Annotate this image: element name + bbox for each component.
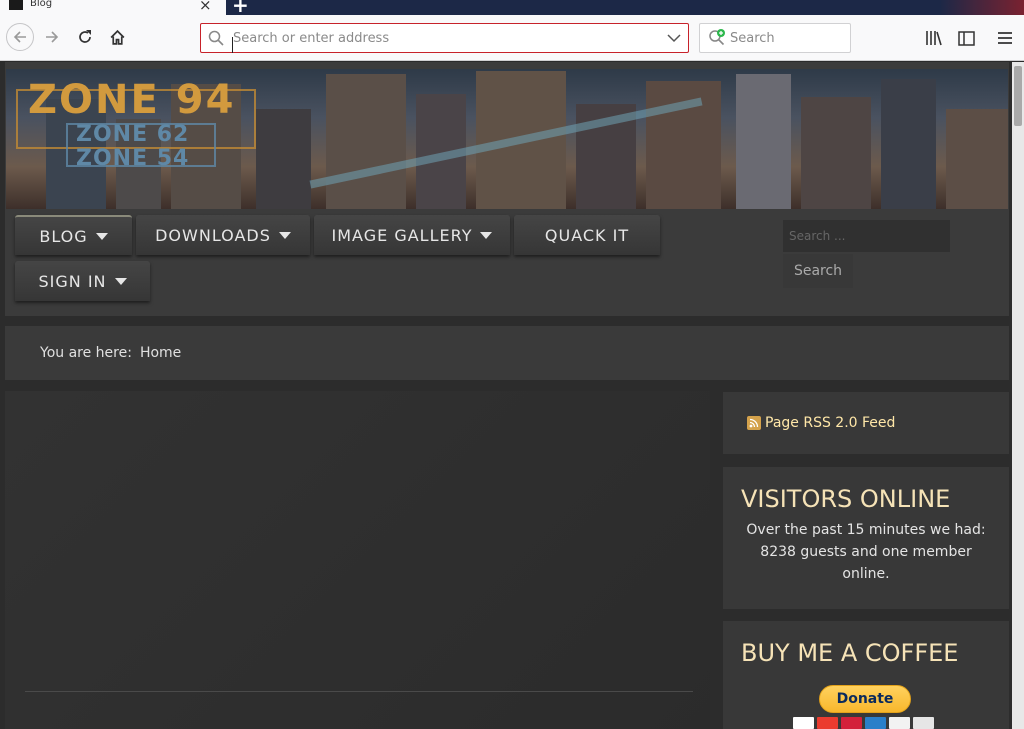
library-button[interactable] bbox=[923, 27, 945, 49]
address-bar[interactable] bbox=[200, 23, 689, 53]
building-silhouette bbox=[736, 74, 791, 209]
reload-icon bbox=[79, 30, 91, 43]
breadcrumb-current: Home bbox=[139, 345, 182, 361]
close-tab-icon[interactable]: × bbox=[199, 0, 212, 14]
chevron-down-icon bbox=[114, 277, 127, 285]
menu-item-downloads[interactable]: DOWNLOADS bbox=[136, 215, 310, 255]
amex-card-icon bbox=[865, 717, 886, 729]
building-silhouette bbox=[946, 109, 1008, 209]
donate-button[interactable]: Donate bbox=[819, 685, 911, 713]
rss-link[interactable]: Page RSS 2.0 Feed bbox=[765, 415, 895, 431]
back-arrow-icon bbox=[13, 31, 26, 43]
site-search-button[interactable]: Search bbox=[783, 254, 853, 288]
visitors-online-text: Over the past 15 minutes we had: 8238 gu… bbox=[746, 522, 986, 582]
navigation-toolbar bbox=[0, 15, 1024, 61]
forward-arrow-icon bbox=[46, 31, 59, 43]
visa-card-icon bbox=[793, 717, 814, 729]
search-input[interactable] bbox=[730, 24, 845, 52]
favicon-icon bbox=[9, 0, 23, 10]
back-button[interactable] bbox=[6, 23, 34, 51]
breadcrumb-label: You are here: bbox=[40, 345, 132, 361]
rss-module: Page RSS 2.0 Feed bbox=[723, 392, 1009, 454]
breadcrumb: You are here: Home bbox=[5, 326, 1009, 380]
buy-me-a-coffee-module: BUY ME A COFFEE Donate bbox=[723, 621, 1009, 729]
search-icon bbox=[208, 30, 224, 46]
menu-item-sign-in[interactable]: SIGN IN bbox=[15, 261, 150, 301]
mastercard-icon bbox=[817, 717, 838, 729]
building-silhouette bbox=[881, 79, 936, 209]
sidebar-icon bbox=[957, 30, 975, 46]
site-logo-subtitle: ZONE 62 bbox=[76, 122, 190, 147]
building-silhouette bbox=[256, 109, 311, 209]
home-icon bbox=[110, 29, 124, 45]
header-banner: ZONE 94 ZONE 62 ZONE 54 bbox=[6, 69, 1008, 209]
site-search-input[interactable] bbox=[783, 220, 950, 252]
site-logo-title[interactable]: ZONE 94 bbox=[28, 77, 235, 123]
rss-icon bbox=[747, 416, 761, 430]
menu-label: DOWNLOADS bbox=[155, 225, 271, 245]
buy-me-a-coffee-title: BUY ME A COFFEE bbox=[741, 639, 959, 667]
library-icon bbox=[926, 31, 942, 46]
maestro-card-icon bbox=[841, 717, 862, 729]
tab-strip: Blog × + bbox=[0, 0, 1024, 17]
menu-label: BLOG bbox=[39, 226, 88, 246]
sidebar-button[interactable] bbox=[955, 27, 977, 49]
chevron-down-icon bbox=[278, 231, 291, 239]
visitors-online-title: VISITORS ONLINE bbox=[741, 485, 951, 513]
discover-card-icon bbox=[889, 717, 910, 729]
text-caret bbox=[232, 37, 233, 53]
menu-item-quack-it[interactable]: QUACK IT bbox=[514, 215, 660, 255]
scrollbar-thumb[interactable] bbox=[1014, 66, 1022, 126]
payment-cards bbox=[793, 717, 934, 729]
menu-item-blog[interactable]: BLOG bbox=[15, 215, 132, 255]
address-input[interactable] bbox=[233, 24, 653, 52]
menu-label: IMAGE GALLERY bbox=[331, 225, 473, 245]
home-button[interactable] bbox=[103, 23, 131, 51]
menu-item-image-gallery[interactable]: IMAGE GALLERY bbox=[314, 215, 510, 255]
reload-button[interactable] bbox=[71, 23, 99, 51]
page-scrollbar[interactable] bbox=[1012, 62, 1024, 729]
chevron-down-icon bbox=[95, 232, 108, 240]
tab-strip-accent bbox=[940, 0, 1024, 15]
tab-active[interactable]: Blog × bbox=[0, 0, 226, 15]
page-viewport: ZONE 94 ZONE 62 ZONE 54 BLOG DOWNLOADS I… bbox=[0, 62, 1012, 729]
menu-label: QUACK IT bbox=[544, 225, 630, 245]
site-logo-subtitle: ZONE 54 bbox=[76, 146, 190, 171]
main-content bbox=[5, 391, 710, 729]
building-silhouette bbox=[326, 74, 406, 209]
chevron-down-icon bbox=[480, 231, 493, 239]
tab-title: Blog bbox=[30, 0, 53, 9]
content-divider bbox=[25, 691, 693, 692]
menu-button[interactable] bbox=[994, 27, 1016, 49]
bank-card-icon bbox=[913, 717, 934, 729]
forward-button[interactable] bbox=[38, 23, 66, 51]
hamburger-icon bbox=[998, 32, 1012, 44]
search-bar[interactable] bbox=[699, 23, 851, 53]
search-engine-icon[interactable] bbox=[708, 29, 726, 47]
visitors-online-module: VISITORS ONLINE Over the past 15 minutes… bbox=[723, 467, 1009, 609]
menu-label: SIGN IN bbox=[38, 271, 107, 291]
chevron-down-icon[interactable] bbox=[666, 30, 682, 46]
building-silhouette bbox=[801, 97, 871, 209]
